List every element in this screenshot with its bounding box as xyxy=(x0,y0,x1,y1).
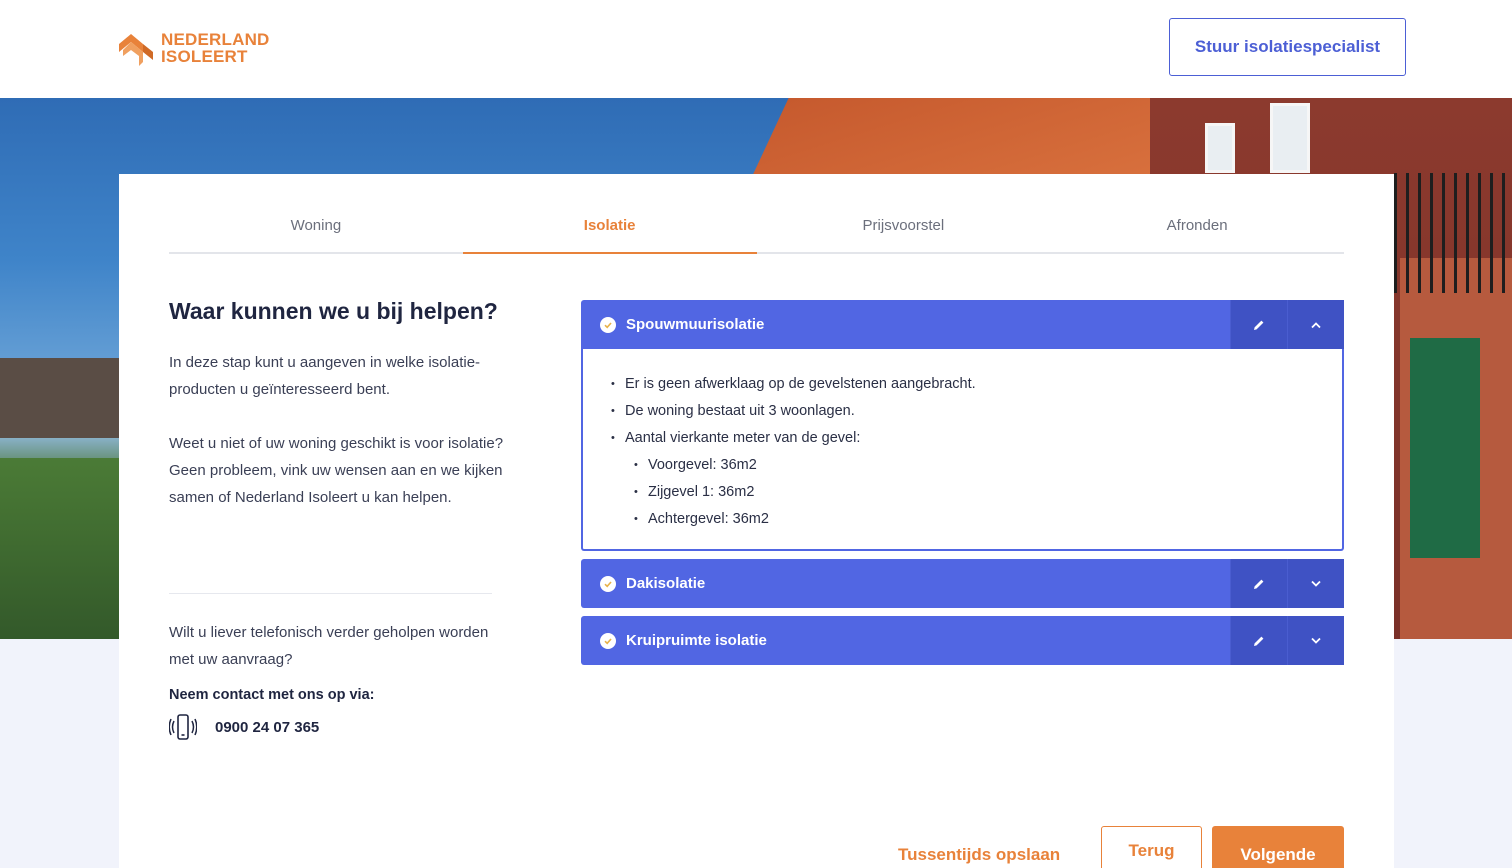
back-button[interactable]: Terug xyxy=(1101,826,1202,868)
divider xyxy=(169,593,492,594)
accordion-kruipruimte-isolatie: Kruipruimte isolatie xyxy=(581,616,1344,665)
accordion-title: Kruipruimte isolatie xyxy=(626,632,767,649)
hero-balcony xyxy=(1394,173,1512,293)
pencil-icon xyxy=(1254,636,1264,646)
step-tabs: Woning Isolatie Prijsvoorstel Afronden xyxy=(169,214,1344,254)
pencil-icon xyxy=(1254,320,1264,330)
site-header: NEDERLAND ISOLEERT Stuur isolatiespecial… xyxy=(0,0,1512,98)
edit-button[interactable] xyxy=(1230,300,1287,349)
hero-hedge xyxy=(0,458,120,639)
list-item: Er is geen afwerklaag op de gevelstenen … xyxy=(611,371,1342,398)
intro-help-text: Weet u niet of uw woning geschikt is voo… xyxy=(169,435,504,506)
accordion-title: Dakisolatie xyxy=(626,575,706,592)
logo-house-icon xyxy=(117,30,157,66)
details-list: Er is geen afwerklaag op de gevelstenen … xyxy=(611,371,1342,533)
save-draft-link[interactable]: Tussentijds opslaan xyxy=(898,845,1060,865)
collapse-button[interactable] xyxy=(1287,300,1344,349)
list-subitem: Achtergevel: 36m2 xyxy=(611,506,1342,533)
logo-text: NEDERLAND ISOLEERT xyxy=(161,31,270,65)
accordion-spouwmuurisolatie: Spouwmuurisolatie Er is geen afwerklaag … xyxy=(581,300,1344,551)
page-title: Waar kunnen we u bij helpen? xyxy=(169,298,498,324)
list-subitem: Voorgevel: 36m2 xyxy=(611,452,1342,479)
chevron-down-icon xyxy=(1311,580,1321,587)
expand-button[interactable] xyxy=(1287,616,1344,665)
hero-house-left xyxy=(0,358,120,438)
next-button[interactable]: Volgende xyxy=(1212,826,1344,868)
accordion-header: Kruipruimte isolatie xyxy=(581,616,1344,665)
check-circle-icon xyxy=(600,575,616,592)
logo[interactable]: NEDERLAND ISOLEERT xyxy=(117,30,270,66)
send-specialist-button[interactable]: Stuur isolatiespecialist xyxy=(1169,18,1406,76)
phone-number[interactable]: 0900 24 07 365 xyxy=(215,719,319,736)
phone-contact[interactable]: 0900 24 07 365 xyxy=(168,714,319,740)
hero-door xyxy=(1410,338,1480,558)
tab-afronden[interactable]: Afronden xyxy=(1050,214,1344,252)
hero-window xyxy=(1205,123,1235,173)
accordion-toggle[interactable]: Kruipruimte isolatie xyxy=(581,616,1230,665)
tab-prijsvoorstel[interactable]: Prijsvoorstel xyxy=(757,214,1051,252)
list-item: Aantal vierkante meter van de gevel: xyxy=(611,425,1342,452)
edit-button[interactable] xyxy=(1230,616,1287,665)
main-card: Woning Isolatie Prijsvoorstel Afronden W… xyxy=(119,174,1394,868)
list-subitem: Zijgevel 1: 36m2 xyxy=(611,479,1342,506)
check-circle-icon xyxy=(600,316,616,333)
chevron-down-icon xyxy=(1311,637,1321,644)
hero-roof xyxy=(751,98,1189,178)
accordion-header: Spouwmuurisolatie xyxy=(581,300,1344,349)
phone-vibrate-icon xyxy=(168,714,198,740)
accordion-dakisolatie: Dakisolatie xyxy=(581,559,1344,608)
logo-line1: NEDERLAND xyxy=(161,30,270,49)
tab-woning[interactable]: Woning xyxy=(169,214,463,252)
logo-line2: ISOLEERT xyxy=(161,47,248,66)
contact-label: Neem contact met ons op via: xyxy=(169,687,375,703)
chevron-up-icon xyxy=(1311,321,1321,328)
intro-text: In deze stap kunt u aangeven in welke is… xyxy=(169,354,481,398)
expand-button[interactable] xyxy=(1287,559,1344,608)
accordion-title: Spouwmuurisolatie xyxy=(626,316,765,333)
tab-isolatie[interactable]: Isolatie xyxy=(462,214,757,254)
pencil-icon xyxy=(1254,579,1264,589)
phone-help-question: Wilt u liever telefonisch verder geholpe… xyxy=(169,624,489,668)
accordion-toggle[interactable]: Spouwmuurisolatie xyxy=(581,300,1230,349)
hero-window xyxy=(1270,103,1310,173)
check-circle-icon xyxy=(600,632,616,649)
accordion-header: Dakisolatie xyxy=(581,559,1344,608)
edit-button[interactable] xyxy=(1230,559,1287,608)
list-item: De woning bestaat uit 3 woonlagen. xyxy=(611,398,1342,425)
accordion-toggle[interactable]: Dakisolatie xyxy=(581,559,1230,608)
accordion-body: Er is geen afwerklaag op de gevelstenen … xyxy=(581,349,1344,551)
